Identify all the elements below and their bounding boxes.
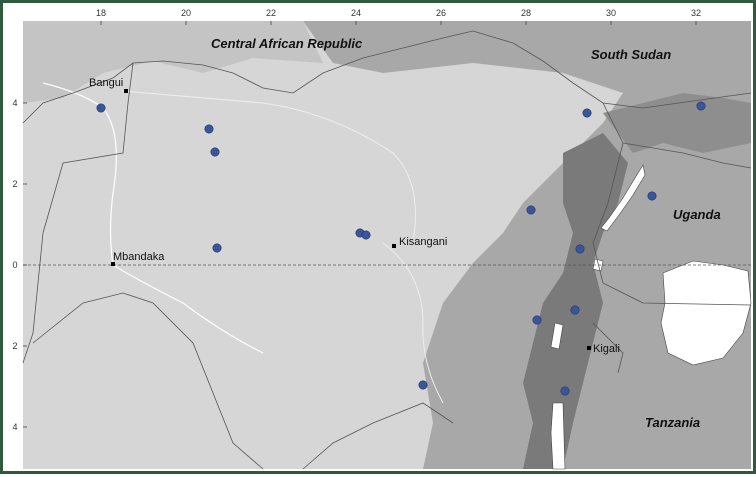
- site-marker: [96, 103, 106, 113]
- y-tick-label: 4: [12, 422, 17, 432]
- x-tick-label: 18: [96, 8, 106, 18]
- x-tick-label: 32: [691, 8, 701, 18]
- x-tick-label: 26: [436, 8, 446, 18]
- x-tick-label: 22: [266, 8, 276, 18]
- city-label: Mbandaka: [113, 251, 165, 263]
- city-label: Bangui: [89, 77, 123, 89]
- map: 18 20 22 24 26 28 30 32 4 2 0 2 4 Centra…: [12, 8, 752, 470]
- site-marker: [647, 191, 657, 201]
- site-marker: [210, 147, 220, 157]
- x-tick-label: 20: [181, 8, 191, 18]
- y-tick-label: 4: [12, 98, 17, 108]
- map-frame: 18 20 22 24 26 28 30 32 4 2 0 2 4 Centra…: [0, 0, 756, 474]
- site-marker: [526, 205, 536, 215]
- x-tick-label: 24: [351, 8, 361, 18]
- site-marker: [212, 243, 222, 253]
- site-marker: [582, 108, 592, 118]
- site-marker: [204, 124, 214, 134]
- country-label: Tanzania: [645, 415, 700, 430]
- country-label: South Sudan: [591, 47, 671, 62]
- city-marker: [587, 346, 591, 350]
- y-tick-label: 2: [12, 341, 17, 351]
- city-label: Kigali: [593, 343, 620, 355]
- x-tick-label: 30: [606, 8, 616, 18]
- lake-tanganyika: [550, 402, 566, 470]
- country-label: Central African Republic: [211, 36, 363, 51]
- country-label: Uganda: [673, 207, 721, 222]
- site-marker: [532, 315, 542, 325]
- site-marker: [418, 380, 428, 390]
- city-label: Kisangani: [399, 236, 447, 248]
- y-tick-label: 0: [12, 260, 17, 270]
- site-marker: [696, 101, 706, 111]
- site-marker: [361, 230, 371, 240]
- city-marker: [392, 244, 396, 248]
- city-marker: [124, 89, 128, 93]
- y-tick-label: 2: [12, 179, 17, 189]
- x-tick-label: 28: [521, 8, 531, 18]
- site-marker: [575, 244, 585, 254]
- site-marker: [570, 305, 580, 315]
- site-marker: [560, 386, 570, 396]
